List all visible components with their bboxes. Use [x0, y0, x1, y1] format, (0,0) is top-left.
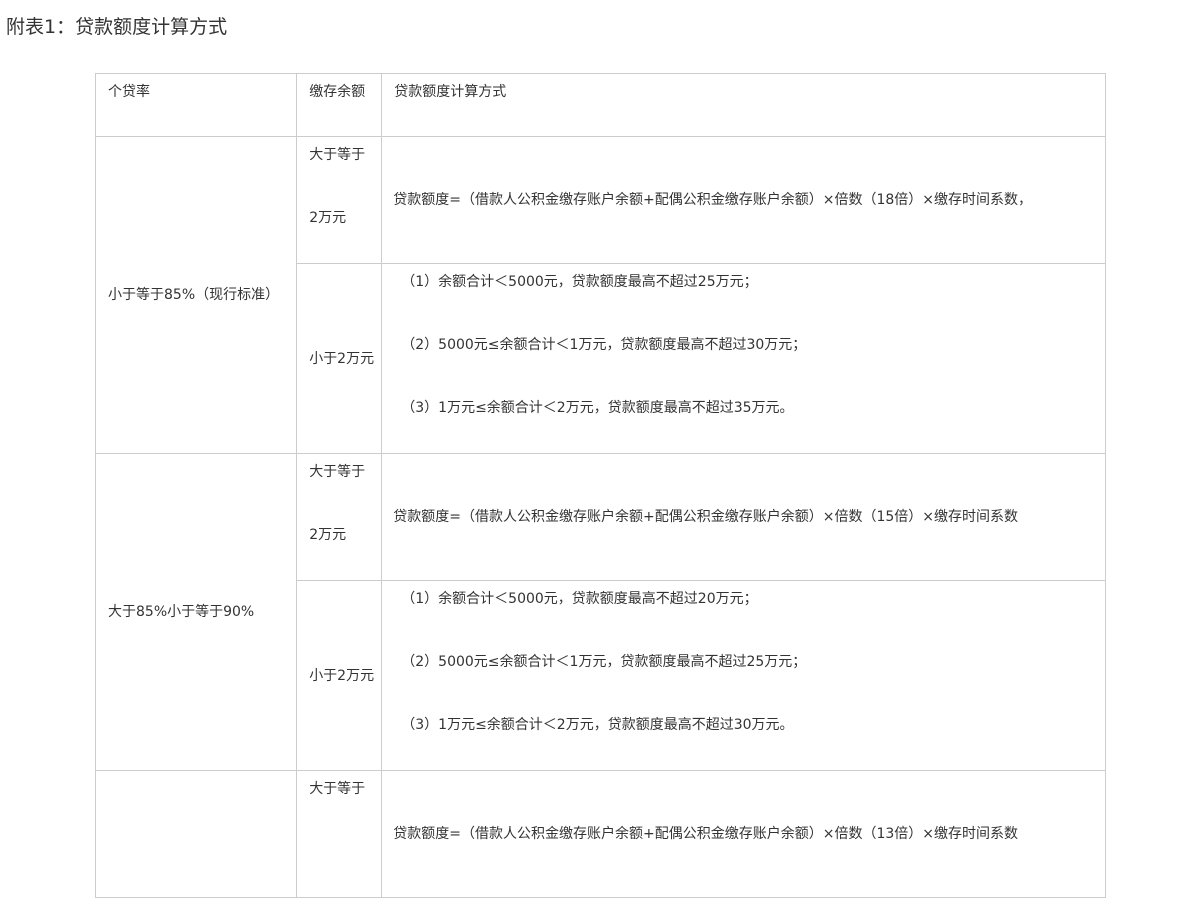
formula-text: 贷款额度=（借款人公积金缴存账户余额+配偶公积金缴存账户余额）×倍数（18倍）×… — [393, 192, 1032, 208]
balance-label: 小于2万元 — [309, 667, 375, 684]
formula-text: 贷款额度=（借款人公积金缴存账户余额+配偶公积金缴存账户余额）×倍数（13倍）×… — [393, 826, 1018, 842]
table-row: 大于85%小于等于90% 大于等于 2万元 贷款额度=（借款人公积金缴存账户余额… — [94, 453, 1106, 771]
rules-cell: （1）余额合计＜5000元，贷款额度最高不超过20万元； （2）5000元≤余额… — [381, 580, 1106, 771]
rule-item: （3）1万元≤余额合计＜2万元，贷款额度最高不超过35万元。 — [401, 400, 794, 416]
loan-quota-table: 个贷率 缴存余额 贷款额度计算方式 小于等于85%（现行标准） 大于等于 2万元… — [94, 73, 1106, 898]
formula-cell: 贷款额度=（借款人公积金缴存账户余额+配偶公积金缴存账户余额）×倍数（15倍）×… — [381, 453, 1106, 581]
header-cell-rate: 个贷率 — [94, 73, 298, 137]
rate-cell: 大于85%小于等于90% — [94, 453, 298, 771]
rate-label: 小于等于85%（现行标准） — [108, 287, 280, 303]
rule-item: （2）5000元≤余额合计＜1万元，贷款额度最高不超过25万元； — [401, 654, 807, 670]
balance-cell: 大于等于 2万元 — [296, 453, 383, 581]
rate-cell — [94, 770, 298, 898]
table-row: 大于等于 贷款额度=（借款人公积金缴存账户余额+配偶公积金缴存账户余额）×倍数（… — [94, 770, 1106, 898]
rule-item: （1）余额合计＜5000元，贷款额度最高不超过25万元； — [401, 274, 758, 290]
rate-cell: 小于等于85%（现行标准） — [94, 136, 298, 454]
balance-label-line1: 大于等于 — [309, 781, 366, 797]
balance-cell: 小于2万元 — [296, 580, 383, 771]
balance-label-line2: 2万元 — [309, 527, 347, 543]
header-calc-label: 贷款额度计算方式 — [394, 84, 507, 100]
rate-label: 大于85%小于等于90% — [108, 604, 255, 620]
formula-cell: 贷款额度=（借款人公积金缴存账户余额+配偶公积金缴存账户余额）×倍数（18倍）×… — [381, 136, 1106, 264]
formula-text: 贷款额度=（借款人公积金缴存账户余额+配偶公积金缴存账户余额）×倍数（15倍）×… — [393, 509, 1018, 525]
header-cell-balance: 缴存余额 — [296, 73, 383, 137]
balance-cell: 大于等于 — [296, 770, 383, 898]
table-header-row: 个贷率 缴存余额 贷款额度计算方式 — [94, 73, 1106, 137]
formula-cell: 贷款额度=（借款人公积金缴存账户余额+配偶公积金缴存账户余额）×倍数（13倍）×… — [381, 770, 1106, 898]
balance-label-line1: 大于等于 — [309, 147, 366, 163]
rule-item: （3）1万元≤余额合计＜2万元，贷款额度最高不超过30万元。 — [401, 717, 794, 733]
balance-cell: 小于2万元 — [296, 263, 383, 454]
header-balance-label: 缴存余额 — [309, 84, 366, 100]
rules-cell: （1）余额合计＜5000元，贷款额度最高不超过25万元； （2）5000元≤余额… — [381, 263, 1106, 454]
page-caption: 附表1：贷款额度计算方式 — [6, 16, 228, 38]
balance-label-line2: 2万元 — [309, 210, 347, 226]
header-cell-calc: 贷款额度计算方式 — [381, 73, 1106, 137]
header-rate-label: 个贷率 — [108, 84, 150, 100]
balance-label: 小于2万元 — [309, 350, 375, 367]
rule-item: （2）5000元≤余额合计＜1万元，贷款额度最高不超过30万元； — [401, 337, 807, 353]
balance-label-line1: 大于等于 — [309, 464, 366, 480]
table-row: 小于等于85%（现行标准） 大于等于 2万元 贷款额度=（借款人公积金缴存账户余… — [94, 136, 1106, 454]
rule-item: （1）余额合计＜5000元，贷款额度最高不超过20万元； — [401, 591, 758, 607]
balance-cell: 大于等于 2万元 — [296, 136, 383, 264]
